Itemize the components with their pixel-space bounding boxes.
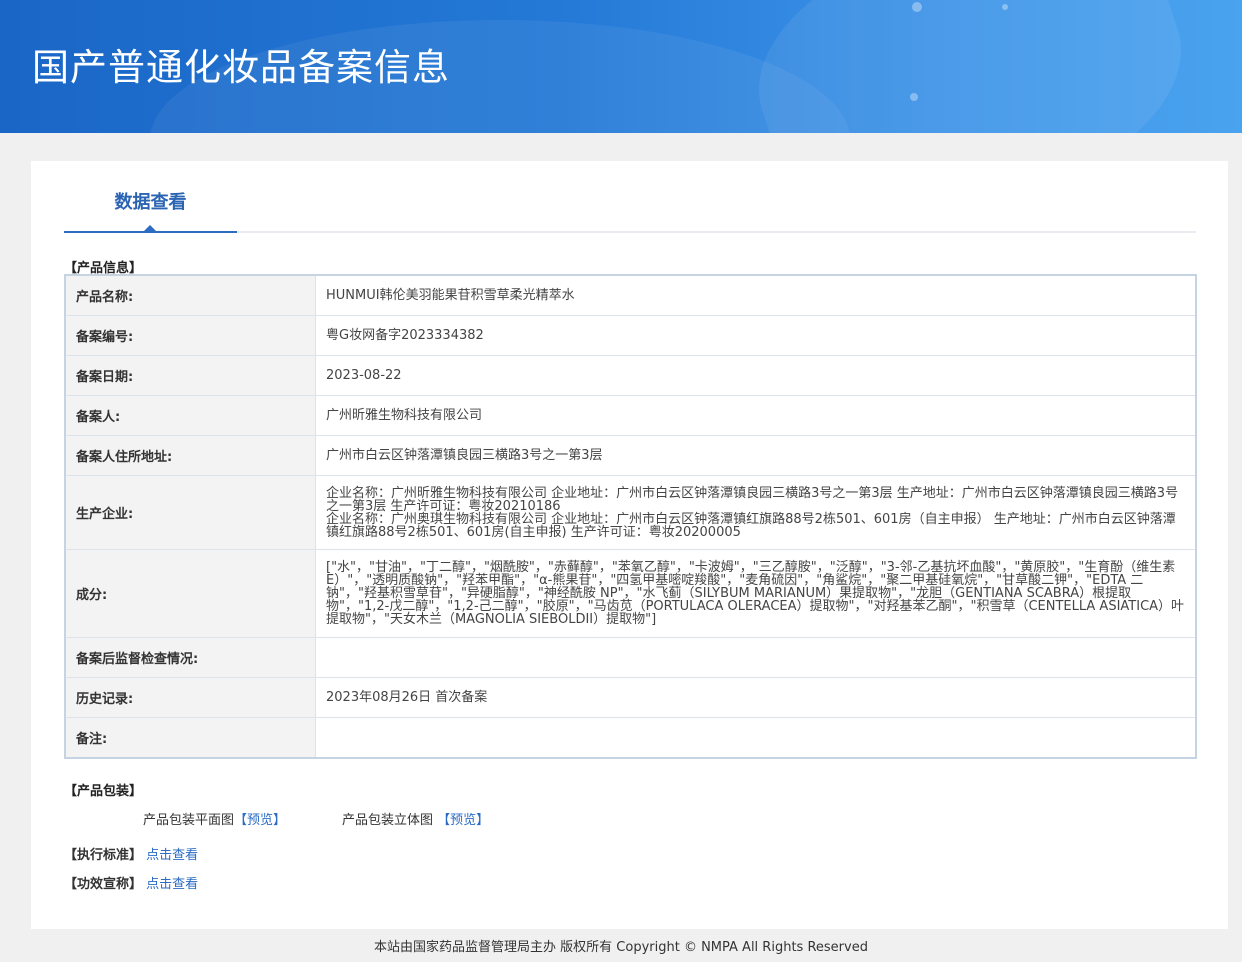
standard-row: 【执行标准】 点击查看 — [64, 844, 198, 863]
table-row: 备案人: 广州昕雅生物科技有限公司 — [65, 395, 1196, 436]
row-label: 备案人: — [65, 395, 316, 436]
row-label: 备案人住所地址: — [65, 435, 316, 476]
row-label: 产品名称: — [65, 275, 316, 316]
table-row: 备注: — [65, 717, 1196, 759]
row-value: 广州市白云区钟落潭镇良园三横路3号之一第3层 — [315, 435, 1196, 476]
standard-label: 【执行标准】 — [64, 848, 143, 863]
row-value — [315, 717, 1196, 759]
efficacy-label: 【功效宣称】 — [64, 877, 143, 892]
table-row: 产品名称: HUNMUI韩伦美羽能果苷积雪草柔光精萃水 — [65, 275, 1196, 316]
row-label: 备案日期: — [65, 355, 316, 396]
row-label: 备案编号: — [65, 315, 316, 356]
tab-bar: 数据查看 — [64, 161, 1196, 233]
row-value: 2023年08月26日 首次备案 — [315, 677, 1196, 718]
row-label: 成分: — [65, 549, 316, 638]
table-row: 成分: ["水"，"甘油"，"丁二醇"，"烟酰胺"，"赤藓醇"，"苯氧乙醇"，"… — [65, 549, 1196, 638]
row-label: 备注: — [65, 717, 316, 759]
banner-decoration — [912, 2, 922, 12]
tab-caret-icon — [144, 225, 156, 231]
packaging-flat-label: 产品包装平面图 — [143, 813, 235, 828]
packaging-stereo-preview-link[interactable]: 【预览】 — [437, 813, 489, 828]
table-row: 备案后监督检查情况: — [65, 637, 1196, 678]
banner-decoration — [730, 0, 1210, 133]
row-value: 广州昕雅生物科技有限公司 — [315, 395, 1196, 436]
row-label: 生产企业: — [65, 475, 316, 550]
row-value: ["水"，"甘油"，"丁二醇"，"烟酰胺"，"赤藓醇"，"苯氧乙醇"，"卡波姆"… — [315, 549, 1196, 638]
table-row: 备案编号: 粤G妆网备字2023334382 — [65, 315, 1196, 356]
banner-decoration — [910, 93, 918, 101]
row-label: 历史记录: — [65, 677, 316, 718]
table-row: 备案日期: 2023-08-22 — [65, 355, 1196, 396]
tab-underline — [64, 231, 237, 233]
table-row: 生产企业: 企业名称：广州昕雅生物科技有限公司 企业地址：广州市白云区钟落潭镇良… — [65, 475, 1196, 550]
page-title: 国产普通化妆品备案信息 — [32, 46, 450, 89]
table-row: 备案人住所地址: 广州市白云区钟落潭镇良园三横路3号之一第3层 — [65, 435, 1196, 476]
packaging-flat-preview-link[interactable]: 【预览】 — [234, 813, 286, 828]
tab-label: 数据查看 — [114, 192, 187, 213]
packaging-stereo-label: 产品包装立体图 — [342, 813, 434, 828]
footer-copyright: 本站由国家药品监督管理局主办 版权所有 Copyright © NMPA All… — [374, 940, 868, 955]
header-banner: 国产普通化妆品备案信息 — [0, 0, 1242, 133]
content-card: 数据查看 【产品信息】 产品名称: HUNMUI韩伦美羽能果苷积雪草柔光精萃水 … — [31, 161, 1228, 929]
packaging-heading: 【产品包装】 — [64, 784, 143, 799]
efficacy-row: 【功效宣称】 点击查看 — [64, 873, 198, 892]
standard-view-link[interactable]: 点击查看 — [146, 848, 198, 863]
row-value: 粤G妆网备字2023334382 — [315, 315, 1196, 356]
banner-decoration — [1002, 4, 1008, 10]
product-info-table: 产品名称: HUNMUI韩伦美羽能果苷积雪草柔光精萃水 备案编号: 粤G妆网备字… — [64, 274, 1197, 759]
efficacy-view-link[interactable]: 点击查看 — [146, 877, 198, 892]
packaging-stereo-row: 产品包装立体图 【预览】 — [342, 809, 489, 828]
row-value: 2023-08-22 — [315, 355, 1196, 396]
row-value: HUNMUI韩伦美羽能果苷积雪草柔光精萃水 — [315, 275, 1196, 316]
row-value — [315, 637, 1196, 678]
table-row: 历史记录: 2023年08月26日 首次备案 — [65, 677, 1196, 718]
tab-data-view[interactable]: 数据查看 — [64, 161, 237, 233]
row-value: 企业名称：广州昕雅生物科技有限公司 企业地址：广州市白云区钟落潭镇良园三横路3号… — [315, 475, 1196, 550]
packaging-flat-row: 产品包装平面图【预览】 — [143, 809, 286, 828]
row-label: 备案后监督检查情况: — [65, 637, 316, 678]
